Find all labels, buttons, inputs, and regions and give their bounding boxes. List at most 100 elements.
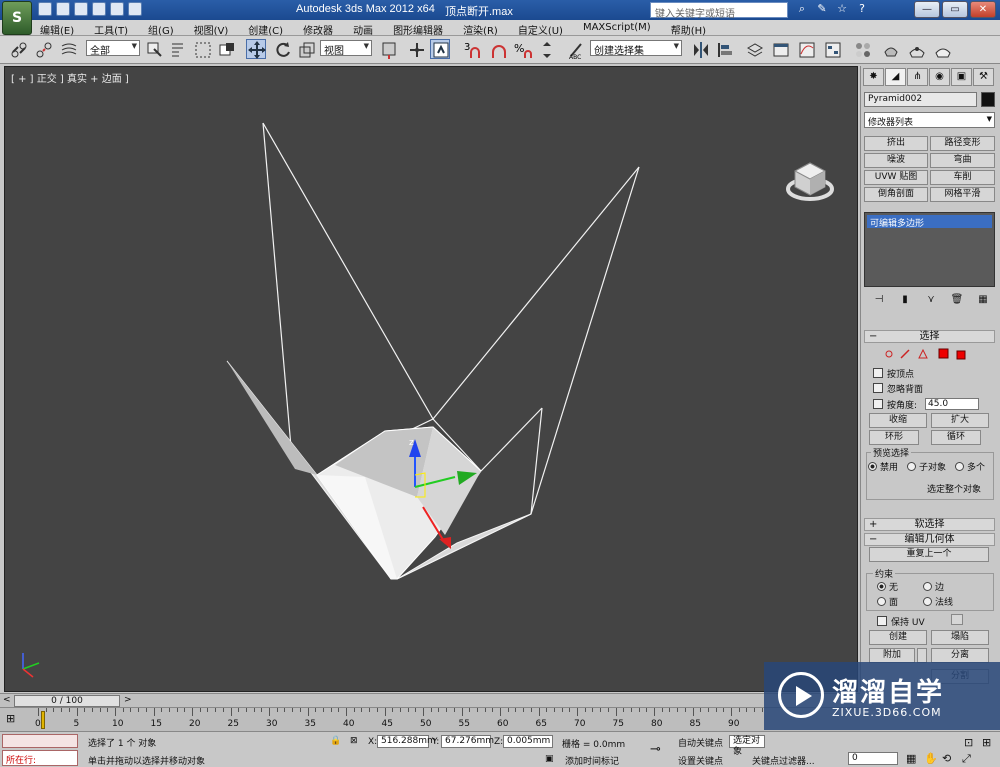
project-folder-icon[interactable]	[128, 2, 142, 16]
configure-sets-icon[interactable]: ▦	[975, 294, 991, 308]
subobject-level-icons[interactable]	[883, 348, 973, 360]
bevel-profile-button[interactable]: 倒角剖面	[864, 187, 928, 202]
meshsmooth-button[interactable]: 网格平滑	[930, 187, 995, 202]
zoom-all-icon[interactable]: ⊞	[982, 736, 991, 749]
motion-tab-icon[interactable]: ◉	[929, 68, 950, 86]
attach-button[interactable]: 附加	[869, 648, 915, 663]
app-logo[interactable]: S	[2, 1, 32, 35]
menu-graph-editors[interactable]: 图形编辑器	[393, 22, 443, 37]
select-and-manipulate-icon[interactable]	[406, 39, 426, 59]
prev-frame-icon[interactable]: <	[3, 695, 11, 705]
modifier-stack[interactable]: 可编辑多边形	[864, 212, 995, 287]
spinner-snap-icon[interactable]	[536, 39, 556, 59]
menu-rendering[interactable]: 渲染(R)	[463, 22, 498, 37]
viewcube-icon[interactable]	[785, 157, 835, 207]
preview-subobject-radio[interactable]: 子对象	[907, 460, 946, 473]
track-bar[interactable]: ⊞ 0 5 10 15 20 25 30 35 40 45 50 55 60 65 70 75 80 85 90	[0, 707, 860, 731]
selection-rollout-header[interactable]: − 选择	[864, 330, 995, 343]
path-deform-button[interactable]: 路径变形	[930, 136, 995, 151]
pivot-center-icon[interactable]	[378, 39, 398, 59]
window-crossing-icon[interactable]	[216, 39, 236, 59]
search-input[interactable]: 键入关键字或短语	[650, 2, 788, 20]
menu-modifiers[interactable]: 修改器	[303, 22, 333, 37]
auto-key-button[interactable]: 自动关键点	[678, 736, 723, 749]
reference-coordinate-dropdown[interactable]: 视图	[320, 40, 372, 57]
bend-button[interactable]: 弯曲	[930, 153, 995, 168]
by-angle-checkbox[interactable]: 按角度:	[873, 398, 917, 411]
select-by-name-icon[interactable]	[168, 39, 188, 59]
time-tag-icon[interactable]: ▣	[545, 754, 554, 764]
snaps-toggle-icon[interactable]: 3	[462, 39, 482, 59]
preserve-uv-checkbox[interactable]: 保持 UV	[877, 615, 925, 628]
ring-button[interactable]: 环形	[869, 430, 919, 445]
collapse-button[interactable]: 塌陷	[931, 630, 989, 645]
angle-snap-icon[interactable]	[488, 39, 508, 59]
zoom-extents-icon[interactable]: ⊡	[964, 736, 973, 749]
time-slider[interactable]: < 0 / 100 >	[0, 693, 860, 707]
loop-button[interactable]: 循环	[931, 430, 981, 445]
orbit-icon[interactable]: ⟲	[942, 752, 951, 765]
stack-item-editable-poly[interactable]: 可编辑多边形	[867, 215, 992, 229]
preview-multi-radio[interactable]: 多个	[955, 460, 985, 473]
create-tab-icon[interactable]: ✸	[863, 68, 884, 86]
render-production-icon[interactable]	[932, 39, 952, 59]
add-time-tag[interactable]: 添加时间标记	[565, 754, 619, 767]
extrude-button[interactable]: 挤出	[864, 136, 928, 151]
menu-animation[interactable]: 动画	[353, 22, 373, 37]
object-color-swatch[interactable]	[981, 92, 995, 107]
attach-list-button[interactable]	[917, 648, 927, 663]
repeat-last-button[interactable]: 重复上一个	[869, 547, 989, 562]
selection-filter-dropdown[interactable]: 全部	[86, 40, 140, 57]
shrink-button[interactable]: 收缩	[869, 413, 927, 428]
percent-snap-icon[interactable]: %	[512, 39, 532, 59]
new-file-icon[interactable]	[38, 2, 52, 16]
lathe-button[interactable]: 车削	[930, 170, 995, 185]
grow-button[interactable]: 扩大	[931, 413, 989, 428]
maximize-viewport-icon[interactable]: ⤢	[962, 752, 971, 766]
edit-named-selection-icon[interactable]: ABC	[566, 39, 586, 61]
menu-group[interactable]: 组(G)	[148, 22, 174, 37]
mirror-icon[interactable]	[690, 39, 710, 59]
current-frame-field[interactable]: 0	[848, 752, 898, 765]
material-editor-icon[interactable]	[852, 39, 872, 59]
uvw-map-button[interactable]: UVW 贴图	[864, 170, 928, 185]
help-icon[interactable]: ?	[855, 2, 869, 16]
save-file-icon[interactable]	[74, 2, 88, 16]
rectangle-selection-icon[interactable]	[192, 39, 212, 59]
maxscript-line[interactable]: 所在行:	[2, 750, 78, 766]
scene-geometry[interactable]: z	[5, 67, 858, 692]
binoculars-icon[interactable]: ⌕	[795, 2, 809, 16]
schematic-view-icon[interactable]	[822, 39, 842, 59]
minimize-icon[interactable]: —	[914, 1, 940, 18]
z-coordinate-field[interactable]: 0.005mm	[503, 735, 553, 748]
tools-icon[interactable]: ✎	[815, 2, 829, 16]
object-name-field[interactable]: Pyramid002	[864, 92, 977, 107]
bind-spacewarp-icon[interactable]	[58, 39, 78, 59]
open-file-icon[interactable]	[56, 2, 70, 16]
unlink-icon[interactable]	[33, 39, 53, 59]
set-key-button[interactable]: 设置关键点	[678, 754, 723, 767]
star-icon[interactable]: ☆	[835, 2, 849, 16]
make-unique-icon[interactable]: ⋎	[923, 294, 939, 308]
modifier-list-dropdown[interactable]: 修改器列表	[864, 112, 995, 128]
redo-icon[interactable]	[110, 2, 124, 16]
select-and-rotate-icon[interactable]	[272, 39, 292, 59]
x-coordinate-field[interactable]: 516.288mm	[377, 735, 436, 748]
preserve-uv-settings-button[interactable]	[951, 614, 963, 625]
render-setup-icon[interactable]	[880, 39, 900, 59]
modify-tab-icon[interactable]: ◢	[885, 68, 906, 86]
graphite-toolbar-icon[interactable]	[770, 39, 790, 59]
absolute-mode-icon[interactable]: ⊠	[350, 736, 358, 746]
constraint-normal-radio[interactable]: 法线	[923, 595, 953, 608]
menu-tools[interactable]: 工具(T)	[94, 22, 128, 37]
preview-off-radio[interactable]: 禁用	[868, 460, 898, 473]
constraint-face-radio[interactable]: 面	[877, 595, 898, 608]
frame-ruler[interactable]: 0 5 10 15 20 25 30 35 40 45 50 55 60 65 70 75 80 85 90	[35, 708, 798, 732]
lock-selection-icon[interactable]: 🔒	[330, 736, 341, 746]
menu-views[interactable]: 视图(V)	[194, 22, 229, 37]
angle-spinner[interactable]: 45.0	[925, 398, 979, 410]
select-and-move-icon[interactable]	[246, 39, 266, 59]
ignore-backfacing-checkbox[interactable]: 忽略背面	[873, 382, 923, 395]
edit-geometry-rollout-header[interactable]: − 编辑几何体	[864, 533, 995, 546]
config-time-icon[interactable]: ▦	[906, 752, 916, 765]
